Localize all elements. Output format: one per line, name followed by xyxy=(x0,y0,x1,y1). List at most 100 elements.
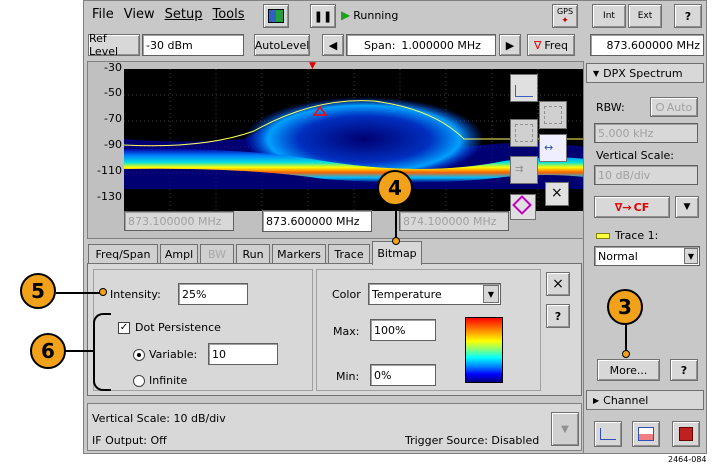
display-close-button[interactable]: × xyxy=(545,182,569,206)
help-label: ? xyxy=(680,363,688,377)
ext-trigger-button[interactable]: Ext xyxy=(628,4,662,28)
channel-header[interactable]: ▶ Channel xyxy=(586,390,704,410)
dpx-view-button[interactable] xyxy=(632,421,660,447)
panel-close-button[interactable]: × xyxy=(546,272,570,296)
int-label: Int xyxy=(603,11,615,21)
spectrum-icon xyxy=(600,428,616,440)
span-field[interactable]: Span: 1.000000 MHz xyxy=(346,34,496,56)
menu-file[interactable]: File xyxy=(92,7,114,22)
display-span-button[interactable]: ↔ xyxy=(539,134,567,162)
rbw-auto-button[interactable]: Auto xyxy=(650,97,698,117)
menu-bar: File View Setup Tools xyxy=(92,7,255,22)
callout-number: 6 xyxy=(41,339,55,363)
int-trigger-button[interactable]: Int xyxy=(592,4,626,28)
callout-bracket-6 xyxy=(93,313,111,391)
callout-dot-4 xyxy=(392,237,400,245)
dropdown-arrow-icon: ▼ xyxy=(684,248,698,264)
dpx-icon xyxy=(638,427,654,441)
dpx-header[interactable]: ▼ DPX Spectrum xyxy=(586,63,704,83)
auto-label: Auto xyxy=(666,100,693,114)
marker-options-button[interactable]: ▼ xyxy=(675,196,699,218)
min-label: Min: xyxy=(336,370,360,383)
if-output-status: IF Output: Off xyxy=(92,434,167,447)
rbw-label: RBW: xyxy=(596,101,625,114)
menu-view[interactable]: View xyxy=(124,7,155,22)
intensity-field[interactable]: 25% xyxy=(178,283,248,305)
sidebar-help-button[interactable]: ? xyxy=(670,359,698,381)
callout-dot-3 xyxy=(622,350,630,358)
cf-label: CF xyxy=(633,200,650,214)
marker-to-cf-button[interactable]: ∇→ CF xyxy=(594,196,670,218)
min-field[interactable]: 0% xyxy=(370,364,436,386)
tab-ampl[interactable]: Ampl xyxy=(160,244,198,264)
vertical-scale-status: Vertical Scale: 10 dB/div xyxy=(92,412,226,425)
trace-select[interactable]: Normal ▼ xyxy=(594,246,700,266)
screen-layout-button[interactable] xyxy=(263,4,289,28)
stop-freq-field: 874.100000 MHz xyxy=(399,211,509,231)
gps-label: GPS xyxy=(556,6,574,16)
color-label: Color xyxy=(332,288,361,301)
min-value: 0% xyxy=(374,368,392,382)
display-zoom-button[interactable] xyxy=(539,101,567,129)
menu-tools[interactable]: Tools xyxy=(212,7,244,22)
close-icon: × xyxy=(551,185,563,201)
record-icon xyxy=(679,427,693,441)
spectrum-view-button[interactable] xyxy=(594,421,622,447)
variable-radio[interactable]: Variable: xyxy=(133,348,197,361)
display-normalize-button[interactable]: ⇉ xyxy=(510,156,538,184)
triangle-up-icon: ▲ xyxy=(124,201,131,211)
center-freq-field[interactable]: 873.600000 MHz xyxy=(262,210,372,232)
freq-button[interactable]: ∇ Freq xyxy=(527,34,575,56)
callout-line-5 xyxy=(56,292,104,294)
dropdown-arrow-icon: ▼ xyxy=(483,285,499,303)
ref-level-value: -30 dBm xyxy=(146,38,193,52)
help-button[interactable]: ? xyxy=(674,4,702,28)
menu-setup[interactable]: Setup xyxy=(165,7,203,22)
freq-field[interactable]: 873.600000 MHz xyxy=(590,34,704,56)
stop-freq-value: 874.100000 MHz xyxy=(403,214,497,228)
gps-button[interactable]: GPS ✦ xyxy=(552,4,578,28)
callout-5: 5 xyxy=(20,273,56,309)
status-expand-button[interactable]: ▼ xyxy=(551,412,579,446)
tab-run[interactable]: Run xyxy=(236,244,270,264)
arrow-left-icon: ◀ xyxy=(328,38,338,52)
ref-level-field[interactable]: -30 dBm xyxy=(142,34,244,56)
panel-help-button[interactable]: ? xyxy=(546,304,570,328)
callout-number: 4 xyxy=(388,176,402,200)
autolevel-button[interactable]: AutoLevel xyxy=(254,34,310,56)
color-select[interactable]: Temperature ▼ xyxy=(368,283,501,305)
pause-button[interactable]: ❚❚ xyxy=(310,4,336,28)
span-decrease-button[interactable]: ◀ xyxy=(322,34,344,56)
display-add-marker-button[interactable] xyxy=(510,194,536,220)
close-icon: × xyxy=(552,276,564,292)
run-status: ▶ Running xyxy=(341,8,398,22)
span-increase-button[interactable]: ▶ xyxy=(499,34,521,56)
callout-6: 6 xyxy=(30,333,66,369)
vscale-value: 10 dB/div xyxy=(598,168,651,182)
autolevel-label: AutoLevel xyxy=(254,38,310,52)
callout-number: 3 xyxy=(618,295,632,319)
display-spectrum-button[interactable] xyxy=(510,74,538,102)
more-button[interactable]: More... xyxy=(597,359,660,381)
marker-to-cf-icon: ∇→ xyxy=(614,200,632,214)
callout-line-6 xyxy=(64,350,94,352)
dot-persistence-checkbox[interactable]: ✓ Dot Persistence xyxy=(118,321,221,334)
display-marker-button[interactable] xyxy=(510,119,538,147)
variable-value: 10 xyxy=(212,347,226,361)
play-icon: ▶ xyxy=(341,8,351,22)
infinite-radio[interactable]: Infinite xyxy=(133,374,187,387)
pause-icon: ❚❚ xyxy=(313,9,333,23)
center-freq-value: 873.600000 MHz xyxy=(266,214,360,228)
trace-color-swatch xyxy=(596,232,610,239)
callout-number: 5 xyxy=(31,279,45,303)
tab-markers[interactable]: Markers xyxy=(272,244,326,264)
trace-label: Trace 1: xyxy=(615,229,659,242)
y-tick: -90 xyxy=(104,138,122,151)
tab-trace[interactable]: Trace xyxy=(328,244,370,264)
color-scale-bar xyxy=(465,317,503,383)
variable-field[interactable]: 10 xyxy=(208,343,278,365)
record-view-button[interactable] xyxy=(672,421,700,447)
ref-level-button[interactable]: Ref Level xyxy=(88,32,140,58)
max-field[interactable]: 100% xyxy=(370,319,436,341)
tab-freq-span[interactable]: Freq/Span xyxy=(88,244,158,264)
